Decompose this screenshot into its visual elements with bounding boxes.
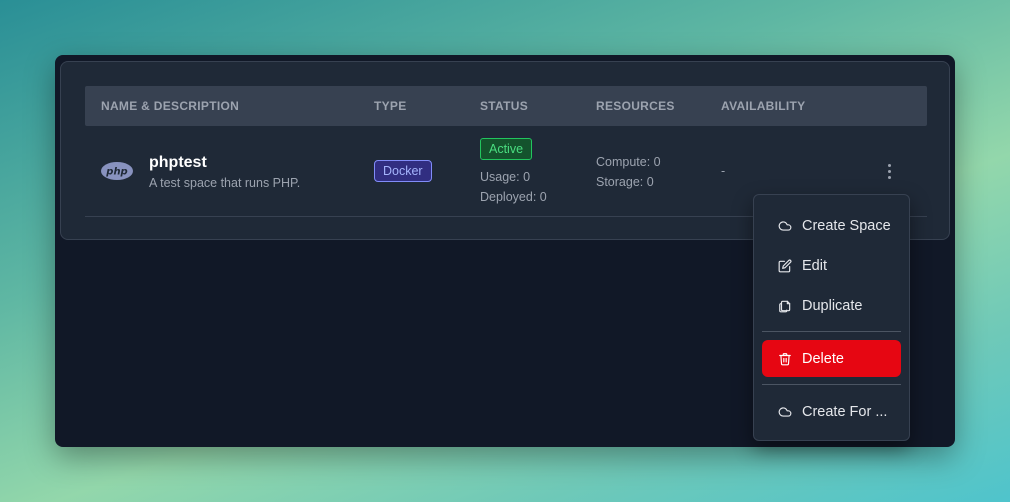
space-description: A test space that runs PHP. [149, 176, 301, 190]
menu-item-create-space[interactable]: Create Space [762, 207, 901, 244]
column-header-availability: AVAILABILITY [721, 99, 806, 113]
table-header: NAME & DESCRIPTION TYPE STATUS RESOURCES… [85, 86, 927, 126]
deployed-text: Deployed: 0 [480, 190, 547, 204]
status-badge: Active [480, 138, 533, 160]
availability-text: - [721, 164, 726, 178]
menu-item-label: Delete [802, 350, 844, 367]
edit-icon [778, 259, 792, 272]
menu-divider [762, 384, 901, 385]
column-header-resources: RESOURCES [596, 99, 675, 113]
menu-divider [762, 331, 901, 332]
cloud-icon [778, 220, 792, 231]
space-name[interactable]: phptest [149, 154, 207, 172]
menu-item-label: Create Space [802, 217, 891, 234]
menu-item-label: Edit [802, 257, 827, 274]
compute-text: Compute: 0 [596, 155, 661, 169]
storage-text: Storage: 0 [596, 175, 654, 189]
more-options-icon[interactable] [881, 160, 897, 182]
usage-text: Usage: 0 [480, 170, 531, 184]
column-header-type: TYPE [374, 99, 407, 113]
cloud-icon [778, 406, 792, 417]
context-menu: Create Space Edit Duplicate Delete Creat… [753, 194, 910, 441]
menu-item-duplicate[interactable]: Duplicate [762, 287, 901, 324]
menu-item-create-for[interactable]: Create For ... [762, 393, 901, 430]
trash-icon [779, 352, 791, 365]
php-logo: php [101, 162, 133, 180]
column-header-status: STATUS [480, 99, 529, 113]
menu-item-label: Create For ... [802, 403, 888, 420]
menu-item-delete[interactable]: Delete [762, 340, 901, 377]
copy-icon [779, 300, 791, 312]
svg-text:php: php [105, 167, 127, 178]
menu-item-label: Duplicate [802, 297, 863, 314]
column-header-name: NAME & DESCRIPTION [101, 99, 240, 113]
type-badge: Docker [374, 160, 432, 182]
menu-item-edit[interactable]: Edit [762, 247, 901, 284]
